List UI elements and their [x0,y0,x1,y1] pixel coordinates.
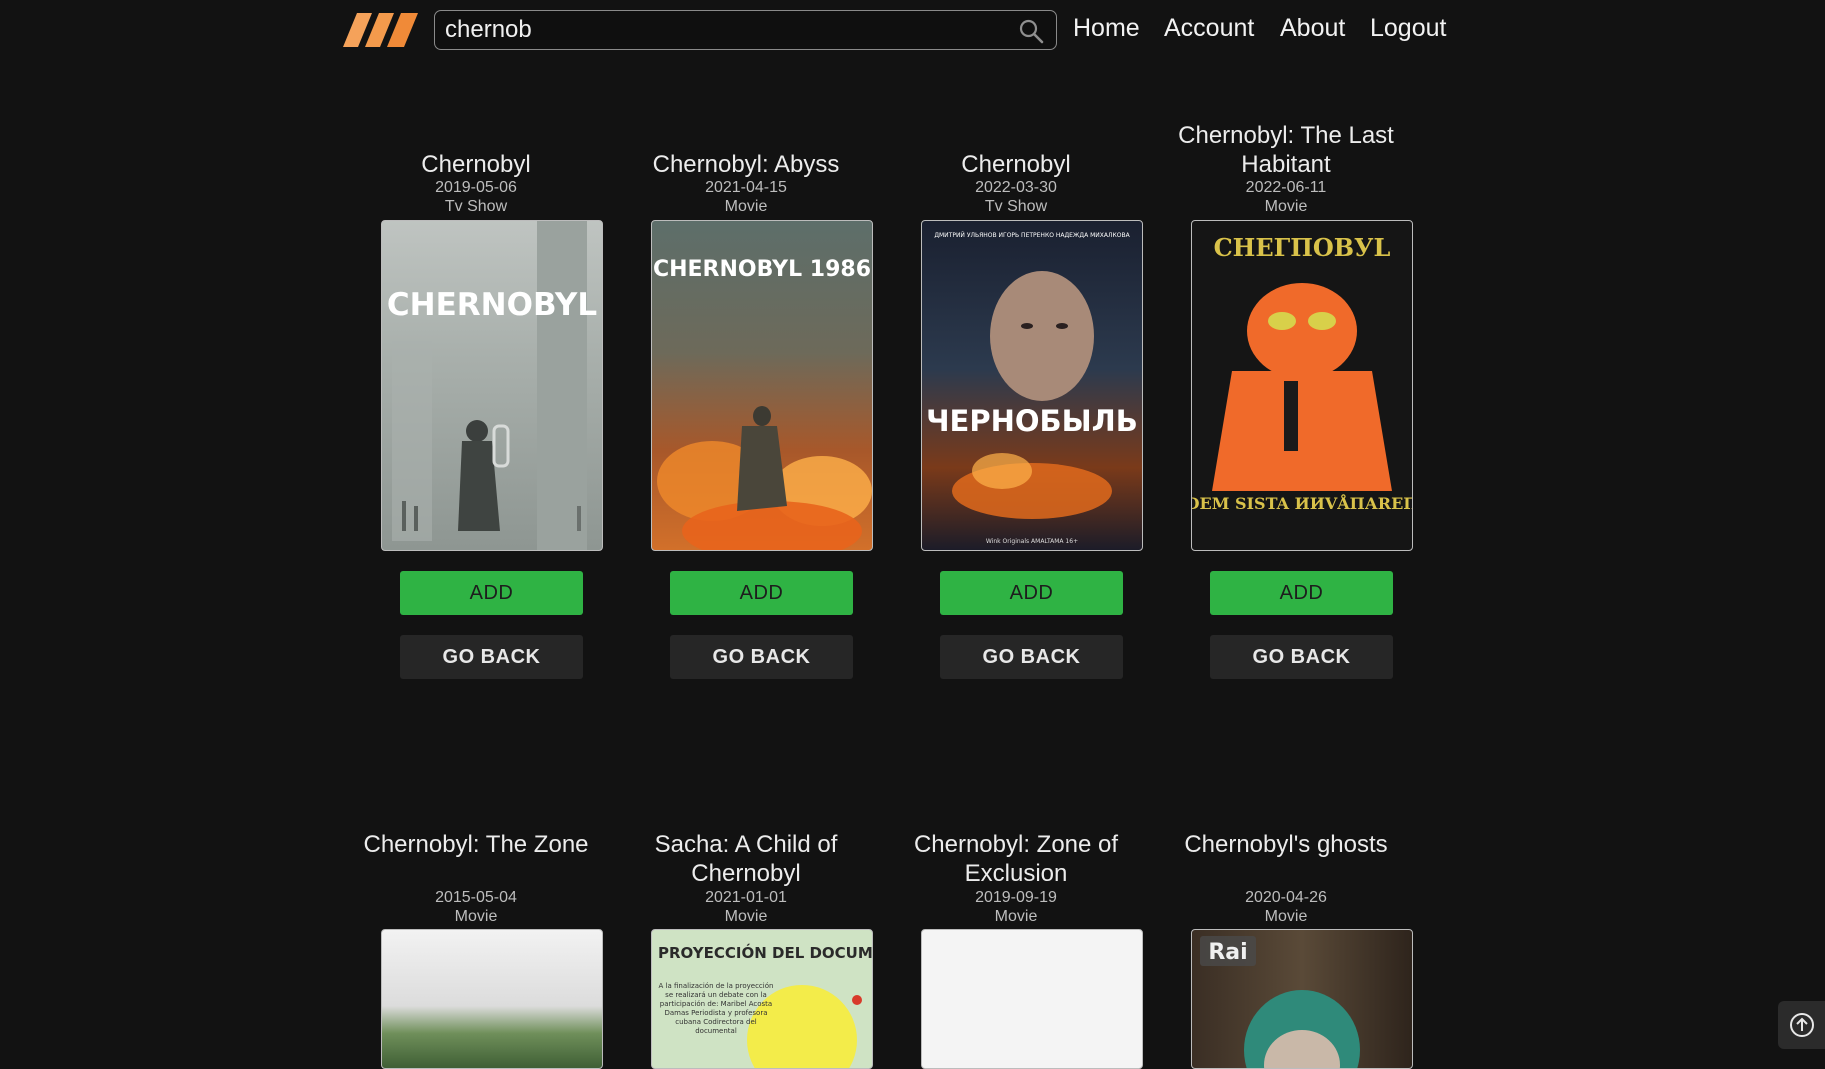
add-button[interactable]: ADD [400,571,583,615]
poster-image[interactable] [921,929,1143,1069]
result-type: Movie [724,908,768,925]
result-date: 2019-09-19 [975,889,1057,906]
result-date: 2022-03-30 [975,179,1057,196]
result-title: Chernobyl: The Zone [363,831,589,858]
poster-title-text: CHEГПОВУL [1214,233,1391,262]
result-date: 2020-04-26 [1245,889,1327,906]
result-type: Tv Show [984,198,1048,215]
scroll-to-top-button[interactable] [1778,1001,1825,1049]
result-type: Movie [454,908,498,925]
result-date: 2021-04-15 [705,179,787,196]
result-type: Tv Show [444,198,508,215]
poster-image[interactable]: Rai [1191,929,1413,1069]
add-button[interactable]: ADD [670,571,853,615]
poster-image[interactable]: CHERNOBYL [381,220,603,551]
poster-logo-text: Rai [1208,940,1247,965]
add-button[interactable]: ADD [940,571,1123,615]
result-title: Chernobyl [961,151,1071,178]
result-title: Chernobyl: The Last Habitant [1178,122,1394,178]
go-back-button[interactable]: GO BACK [670,635,853,679]
result-title: Chernobyl: Zone of Exclusion [913,831,1119,887]
result-type: Movie [724,198,768,215]
result-card: Chernobyl's ghosts 2020-04-26 Movie Rai [1156,700,1416,1069]
poster-caption-text: A la finalización de la proyección se re… [658,982,774,1035]
result-card: Chernobyl: The Zone 2015-05-04 Movie [346,700,606,1069]
arrow-up-circle-icon [1790,1013,1814,1037]
poster-credits-text: ДМИТРИЙ УЛЬЯНОВ ИГОРЬ ПЕТРЕНКО НАДЕЖДА М… [934,232,1130,239]
go-back-button[interactable]: GO BACK [400,635,583,679]
result-title: Sacha: A Child of Chernobyl [654,831,838,887]
poster-image[interactable]: ДМИТРИЙ УЛЬЯНОВ ИГОРЬ ПЕТРЕНКО НАДЕЖДА М… [921,220,1143,551]
result-type: Movie [1264,908,1308,925]
result-card: Chernobyl: Zone of Exclusion 2019-09-19 … [886,700,1146,1069]
poster-image[interactable]: PROYECCIÓN DEL DOCUMENTAL A la finalizac… [651,929,873,1069]
poster-footer-text: Wink Originals AMALTAMA 16+ [986,538,1078,545]
result-card: Chernobyl: Abyss 2021-04-15 Movie CHERNO… [616,0,876,700]
result-title: Chernobyl: Abyss [652,151,840,178]
result-date: 2021-01-01 [705,889,787,906]
result-card: Chernobyl 2019-05-06 Tv Show CHERNOBYL A… [346,0,606,700]
result-date: 2019-05-06 [435,179,517,196]
poster-image[interactable]: CHEГПОВУL DEM SISTA ИИVÅПАRЕП [1191,220,1413,551]
poster-title-text: PROYECCIÓN DEL DOCUMENTAL [658,943,872,962]
result-type: Movie [1264,198,1308,215]
result-card: Chernobyl: The Last Habitant 2022-06-11 … [1156,0,1416,700]
go-back-button[interactable]: GO BACK [940,635,1123,679]
poster-image[interactable] [381,929,603,1069]
result-title: Chernobyl's ghosts [1184,831,1388,858]
poster-title-text: ЧЕРНОБЫЛЬ [926,404,1138,438]
result-card: Chernobyl 2022-03-30 Tv Show ДМИТРИЙ УЛЬ… [886,0,1146,700]
result-date: 2015-05-04 [435,889,517,906]
result-date: 2022-06-11 [1245,179,1327,196]
result-title: Chernobyl [421,151,531,178]
result-type: Movie [994,908,1038,925]
poster-footer-text: DEM SISTA ИИVÅПАRЕП [1192,492,1412,513]
go-back-button[interactable]: GO BACK [1210,635,1393,679]
poster-title-text: CHERNOBYL [387,287,597,323]
poster-title-text: CHERNOBYL 1986 [653,257,871,282]
poster-image[interactable]: CHERNOBYL 1986 [651,220,873,551]
result-card: Sacha: A Child of Chernobyl 2021-01-01 M… [616,700,876,1069]
add-button[interactable]: ADD [1210,571,1393,615]
